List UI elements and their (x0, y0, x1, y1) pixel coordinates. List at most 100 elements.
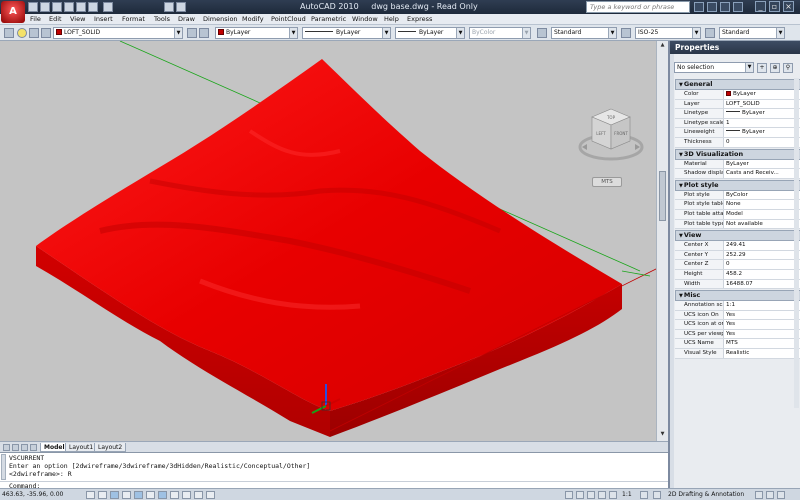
layer-previous-icon[interactable] (199, 28, 209, 38)
vertical-scrollbar[interactable]: ▲ ▼ (656, 41, 668, 441)
restore-icon[interactable]: ▫ (769, 1, 780, 12)
annotation-scale-icon[interactable] (609, 491, 617, 499)
linetype-combo[interactable]: ByLayer ▼ (302, 27, 391, 39)
quick-view-layouts-icon[interactable] (576, 491, 584, 499)
plot-icon[interactable] (88, 2, 98, 12)
property-value-cell[interactable]: ByColor (724, 191, 800, 200)
open-icon[interactable] (40, 2, 50, 12)
property-section-header[interactable]: ▼General (675, 79, 800, 90)
undo-icon[interactable] (64, 2, 74, 12)
text-style-combo[interactable]: Standard ▼ (551, 27, 617, 39)
model-space-icon[interactable] (565, 491, 573, 499)
qat-dropdown-icon[interactable] (103, 2, 113, 12)
property-row[interactable]: Center Y 252.29 (675, 250, 800, 261)
property-value-cell[interactable]: 249.41 (724, 241, 800, 250)
property-value-cell[interactable]: None (724, 200, 800, 209)
dynamic-ucs-icon[interactable] (170, 491, 179, 499)
menu-help[interactable]: Help (384, 15, 399, 23)
property-value-cell[interactable]: ByLayer (724, 90, 800, 99)
isolate-objects-icon[interactable] (766, 491, 774, 499)
snap-mode-icon[interactable] (86, 491, 95, 499)
collapse-arrow-icon[interactable]: ▼ (679, 81, 683, 90)
menu-express[interactable]: Express (407, 15, 432, 23)
scroll-down-icon[interactable]: ▼ (658, 431, 667, 439)
property-row[interactable]: Plot style table None (675, 200, 800, 210)
collapse-arrow-icon[interactable]: ▼ (679, 232, 683, 241)
tab-last-icon[interactable] (30, 444, 37, 451)
property-value-cell[interactable]: 0 (724, 138, 800, 147)
object-snap-icon[interactable] (134, 491, 143, 499)
quick-select-icon[interactable]: ⚲ (783, 63, 793, 73)
property-row[interactable]: UCS icon On Yes (675, 310, 800, 321)
layer-on-icon[interactable] (17, 28, 27, 38)
property-value-cell[interactable]: 458.2 (724, 270, 800, 279)
tab-first-icon[interactable] (3, 444, 10, 451)
workspace-switch-icon[interactable] (653, 491, 661, 499)
property-row[interactable]: Shadow display Casts and Receiv... (675, 169, 800, 179)
layer-icon[interactable] (164, 2, 174, 12)
property-value-cell[interactable]: 252.29 (724, 251, 800, 260)
property-row[interactable]: Visual Style Realistic (675, 349, 800, 359)
property-row[interactable]: Linetype ByLayer (675, 109, 800, 119)
help-icon[interactable] (733, 2, 743, 12)
property-section-header[interactable]: ▼Misc (675, 290, 800, 302)
property-row[interactable]: Plot table type Not available (675, 219, 800, 230)
lineweight-display-icon[interactable] (194, 491, 203, 499)
object-snap-tracking-icon[interactable] (158, 491, 167, 499)
tab-next-icon[interactable] (21, 444, 28, 451)
menu-window[interactable]: Window (352, 15, 378, 23)
property-row[interactable]: Annotation scale1:1 (675, 301, 800, 311)
communication-center-icon[interactable] (707, 2, 717, 12)
palette-side-strip[interactable] (670, 54, 674, 488)
property-row[interactable]: UCS icon at originYes (675, 320, 800, 330)
application-menu-button[interactable]: A (1, 1, 25, 23)
viewcube[interactable]: TOP LEFT FRONT (578, 103, 644, 163)
select-objects-icon[interactable]: ⊕ (770, 63, 780, 73)
property-row[interactable]: Material ByLayer (675, 159, 800, 170)
freeze-icon[interactable] (29, 28, 39, 38)
annotation-scale-value[interactable]: 1:1 (622, 490, 632, 499)
property-row[interactable]: Height 458.2 (675, 269, 800, 280)
minimize-icon[interactable]: _ (755, 1, 766, 12)
lock-icon[interactable] (41, 28, 51, 38)
dynamic-input-icon[interactable] (182, 491, 191, 499)
property-section-header[interactable]: ▼Plot style (675, 179, 800, 191)
tab-layout2[interactable]: Layout2 (94, 443, 127, 452)
polar-tracking-icon[interactable] (122, 491, 131, 499)
color-combo[interactable]: ByLayer ▼ (215, 27, 298, 39)
binoculars-icon[interactable] (694, 2, 704, 12)
menu-file[interactable]: File (30, 15, 41, 23)
menu-dimension[interactable]: Dimension (203, 15, 238, 23)
palette-scrollbar[interactable] (794, 78, 799, 408)
menu-modify[interactable]: Modify (242, 15, 264, 23)
save-icon[interactable] (52, 2, 62, 12)
toggle-pickadd-icon[interactable]: + (757, 63, 767, 73)
property-value-cell[interactable]: LOFT_SOLID (724, 100, 800, 109)
layer-combo[interactable]: LOFT_SOLID ▼ (53, 27, 183, 39)
collapse-arrow-icon[interactable]: ▼ (679, 182, 683, 191)
menu-view[interactable]: View (70, 15, 85, 23)
property-row[interactable]: Linetype scale 1 (675, 118, 800, 129)
grid-display-icon[interactable] (98, 491, 107, 499)
command-line-grip[interactable] (1, 454, 6, 480)
property-value-cell[interactable]: ByLayer (724, 109, 800, 118)
drawing-viewport[interactable]: TOP LEFT FRONT MTS (0, 41, 668, 441)
property-value-cell[interactable]: 0 (724, 260, 800, 269)
selection-combo[interactable]: No selection ▼ (674, 62, 754, 73)
lock-icon[interactable] (755, 491, 763, 499)
collapse-arrow-icon[interactable]: ▼ (679, 151, 683, 160)
property-value-cell[interactable]: MTS (724, 339, 800, 348)
redo-icon[interactable] (76, 2, 86, 12)
property-row[interactable]: Color ByLayer (675, 90, 800, 100)
new-icon[interactable] (28, 2, 38, 12)
property-row[interactable]: Thickness 0 (675, 137, 800, 148)
property-value-cell[interactable]: Model (724, 210, 800, 219)
property-section-header[interactable]: ▼3D Visualization (675, 148, 800, 160)
property-row[interactable]: Center Z0 (675, 260, 800, 270)
menu-draw[interactable]: Draw (178, 15, 195, 23)
tab-layout1[interactable]: Layout1 (65, 443, 98, 452)
property-value-cell[interactable]: 1:1 (724, 301, 800, 310)
property-value-cell[interactable]: 1 (724, 119, 800, 128)
scroll-thumb[interactable] (659, 171, 666, 221)
layer-properties-icon[interactable] (4, 28, 14, 38)
